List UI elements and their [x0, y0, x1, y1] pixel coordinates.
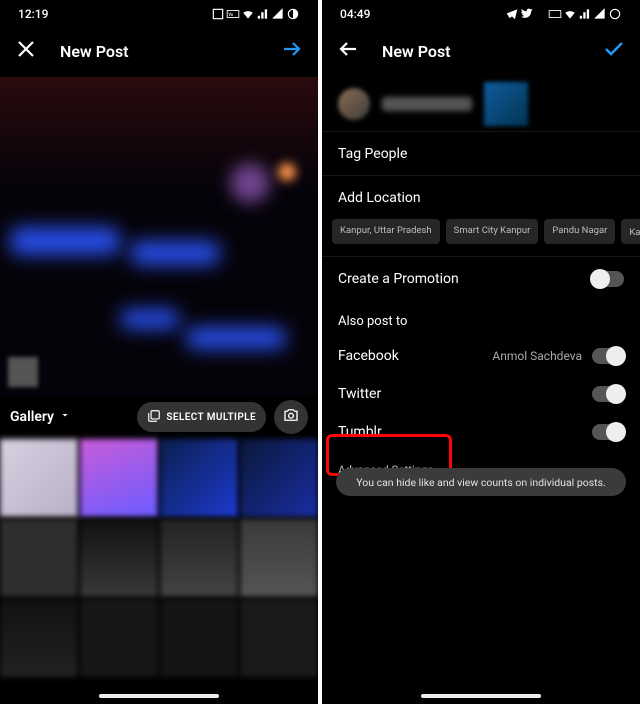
tumblr-toggle[interactable] — [592, 424, 624, 440]
avatar — [338, 88, 370, 120]
page-title: New Post — [60, 42, 258, 61]
home-indicator[interactable] — [421, 694, 541, 698]
gallery-thumb[interactable] — [80, 519, 158, 597]
phone-left: 12:19 Vo New Post Gallery SELECT MULTIPL… — [0, 0, 318, 704]
signal-icon — [578, 7, 592, 21]
gallery-thumb[interactable] — [0, 599, 78, 677]
wifi-icon — [563, 7, 577, 21]
page-title: New Post — [382, 42, 580, 61]
picker-controls: Gallery SELECT MULTIPLE — [0, 395, 318, 439]
status-icons — [505, 7, 622, 21]
battery-icon — [286, 7, 300, 21]
svg-text:Vo: Vo — [228, 11, 234, 16]
status-time: 12:19 — [18, 7, 48, 21]
stack-icon — [147, 409, 161, 426]
add-location-row[interactable]: Add Location — [322, 175, 640, 219]
gallery-label: Gallery — [10, 409, 54, 425]
camera-icon — [282, 406, 300, 428]
location-chip[interactable]: Pandu Nagar — [544, 219, 615, 244]
location-chips: Kanpur, Uttar Pradesh Smart City Kanpur … — [322, 219, 640, 256]
app-bar: New Post — [0, 25, 318, 77]
gallery-thumb[interactable] — [160, 599, 238, 677]
status-icons: Vo — [211, 7, 300, 21]
facebook-label: Facebook — [338, 348, 399, 364]
add-location-label: Add Location — [338, 190, 421, 206]
battery-icon — [608, 7, 622, 21]
telegram-icon — [505, 7, 519, 21]
status-bar: 04:49 — [322, 0, 640, 25]
gallery-thumb[interactable] — [240, 439, 318, 517]
home-indicator[interactable] — [99, 694, 219, 698]
location-chip[interactable]: Smart City Kanpur — [446, 219, 539, 244]
signal-icon — [256, 7, 270, 21]
signal2-icon — [593, 7, 607, 21]
gallery-thumb[interactable] — [160, 519, 238, 597]
post-thumbnail[interactable] — [484, 82, 528, 126]
chevron-down-icon — [59, 409, 71, 425]
gallery-thumb[interactable] — [0, 439, 78, 517]
gallery-thumb[interactable] — [160, 439, 238, 517]
gallery-grid — [0, 439, 318, 677]
gallery-thumb[interactable] — [240, 599, 318, 677]
next-arrow-icon[interactable] — [280, 37, 304, 65]
tag-people-label: Tag People — [338, 146, 407, 162]
screenshot-icon — [211, 7, 225, 21]
status-time: 04:49 — [340, 7, 370, 21]
app-bar: New Post — [322, 25, 640, 77]
wifi-icon — [241, 7, 255, 21]
gallery-thumb[interactable] — [80, 439, 158, 517]
signal2-icon — [271, 7, 285, 21]
also-post-to-label: Also post to — [322, 300, 640, 337]
image-preview[interactable] — [0, 77, 318, 395]
preview-overlay-thumb — [8, 357, 38, 387]
tooltip-text: You can hide like and view counts on ind… — [356, 476, 606, 489]
caption-input[interactable] — [382, 97, 472, 111]
twitter-label: Twitter — [338, 386, 381, 402]
select-multiple-label: SELECT MULTIPLE — [166, 412, 256, 423]
gallery-thumb[interactable] — [0, 519, 78, 597]
volte-icon — [548, 7, 562, 21]
facebook-toggle[interactable] — [592, 348, 624, 364]
facebook-account: Anmol Sachdeva — [492, 349, 582, 363]
volte-icon: Vo — [226, 7, 240, 21]
gallery-thumb[interactable] — [240, 519, 318, 597]
promotion-toggle[interactable] — [592, 271, 624, 287]
gallery-dropdown[interactable]: Gallery — [10, 409, 71, 425]
gallery-thumb[interactable] — [80, 599, 158, 677]
create-promotion-label: Create a Promotion — [338, 271, 459, 287]
select-multiple-button[interactable]: SELECT MULTIPLE — [137, 402, 266, 432]
location-chip[interactable]: Kanpur, Uttar Pradesh — [332, 219, 440, 244]
twitter-icon — [520, 7, 534, 21]
location-chip[interactable]: Kanpur Up78 वाले — [621, 219, 640, 244]
back-arrow-icon[interactable] — [336, 37, 360, 65]
camera-button[interactable] — [274, 400, 308, 434]
caption-row[interactable] — [322, 77, 640, 131]
tag-people-row[interactable]: Tag People — [322, 131, 640, 175]
share-facebook-row[interactable]: Facebook Anmol Sachdeva — [322, 337, 640, 375]
twitter-toggle[interactable] — [592, 386, 624, 402]
phone-right: 04:49 New Post Tag People Add Location K… — [322, 0, 640, 704]
tooltip: You can hide like and view counts on ind… — [336, 468, 626, 496]
status-bar: 12:19 Vo — [0, 0, 318, 25]
close-icon[interactable] — [14, 37, 38, 65]
create-promotion-row[interactable]: Create a Promotion — [322, 256, 640, 300]
confirm-check-icon[interactable] — [602, 37, 626, 65]
share-twitter-row[interactable]: Twitter — [322, 375, 640, 413]
